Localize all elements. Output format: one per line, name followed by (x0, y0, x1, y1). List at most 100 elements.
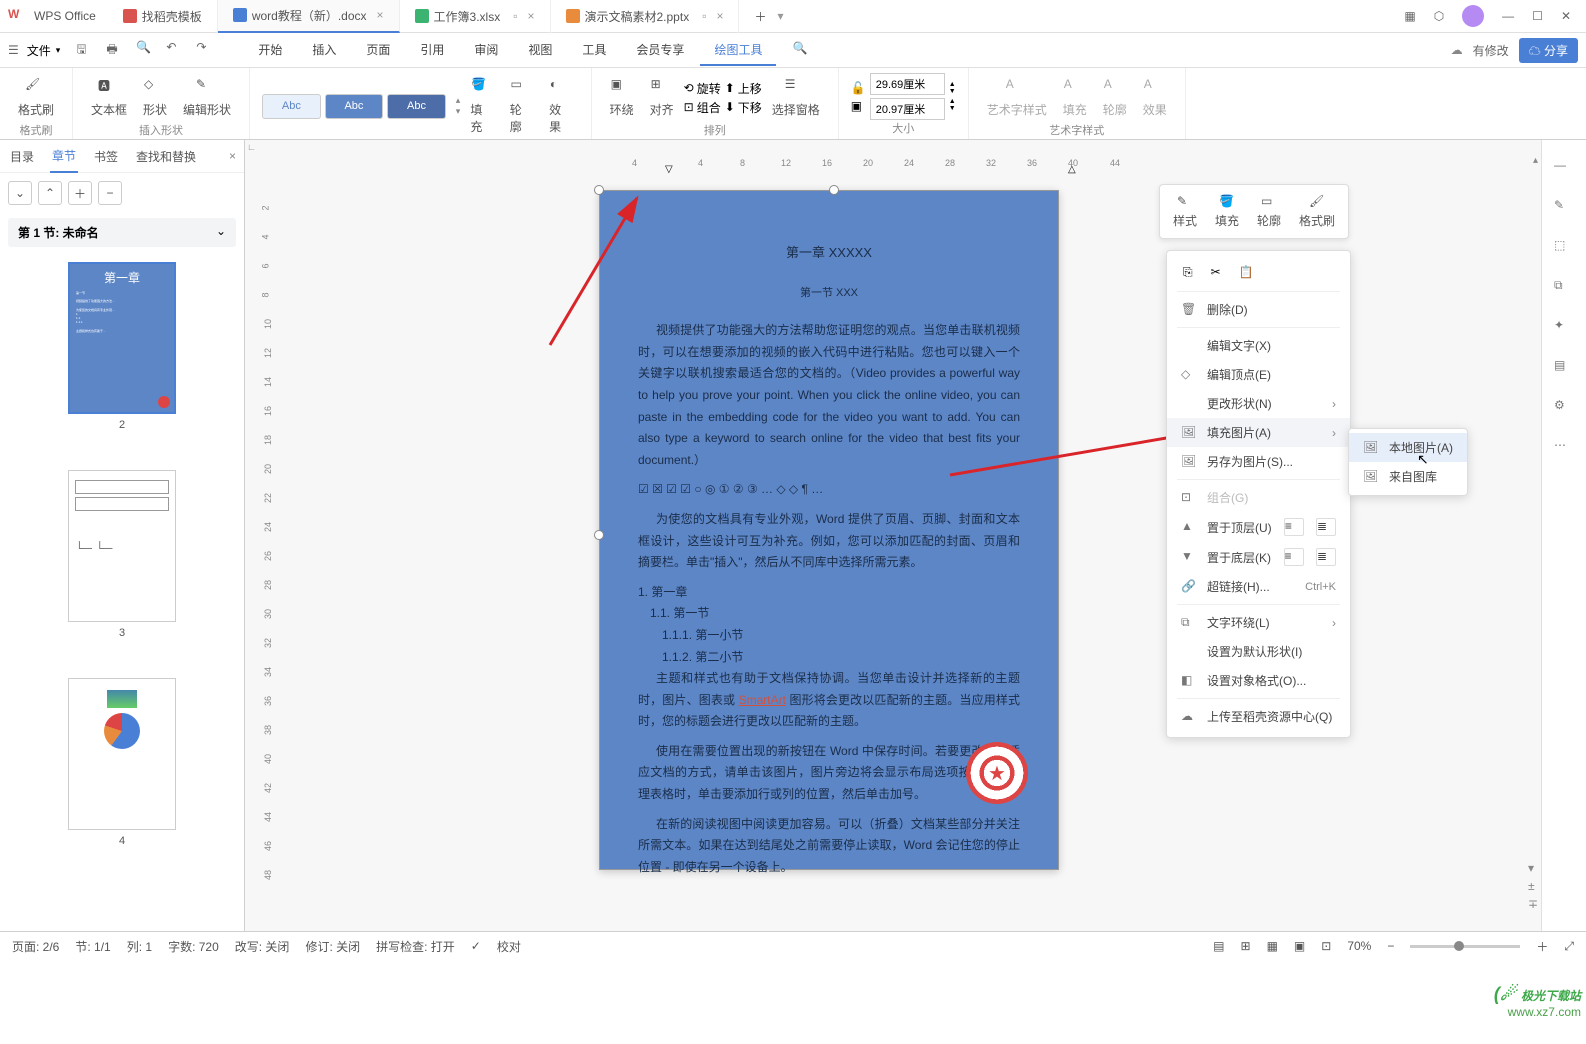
height-input[interactable] (870, 98, 945, 120)
move-down-button[interactable]: ⬇下移 (725, 99, 762, 116)
rotate-button[interactable]: ⟲旋转 (684, 80, 721, 97)
section-dropdown[interactable]: 第 1 节: 未命名 ⌄ (8, 218, 236, 247)
share-button[interactable]: ☁ 分享 (1519, 38, 1578, 63)
nav-add-button[interactable]: ＋ (68, 181, 92, 205)
fill-button[interactable]: 🪣填充 (1215, 194, 1239, 229)
resize-handle[interactable] (594, 530, 604, 540)
spinner-down[interactable]: ▼ (949, 105, 956, 112)
cm-edit-text[interactable]: 编辑文字(X) (1167, 331, 1350, 360)
resize-handle[interactable] (594, 185, 604, 195)
zoom-in-button[interactable]: ＋ (1536, 938, 1548, 955)
outline-button[interactable]: ▭轮廓 (504, 73, 539, 139)
thumb-2[interactable]: 第一章第一节视频提供了功能强大的方法...为使您的文档具有专业外观...1.1.… (40, 262, 205, 462)
dropdown-icon[interactable]: ▾ (778, 9, 784, 23)
spinner-down[interactable]: ▼ (949, 88, 956, 95)
outline-button[interactable]: ▭轮廓 (1257, 194, 1281, 229)
nav-down-button[interactable]: ⌄ (8, 181, 32, 205)
status-words[interactable]: 字数: 720 (168, 938, 219, 955)
art-fill-button[interactable]: A填充 (1057, 73, 1093, 122)
cm-fill-image[interactable]: 🖼填充图片(A)› (1167, 418, 1350, 447)
tab-view[interactable]: 视图 (514, 35, 566, 66)
crop-icon[interactable]: ▣ (851, 99, 866, 113)
art-effect-button[interactable]: A效果 (1137, 73, 1173, 122)
textbox-button[interactable]: 🅰文本框 (85, 73, 133, 122)
cm-delete[interactable]: 🗑删除(D) (1167, 295, 1350, 324)
tab-start[interactable]: 开始 (244, 35, 296, 66)
menu-icon[interactable]: ☰ (8, 43, 19, 57)
tab-ppt[interactable]: 演示文稿素材2.pptx▫× (551, 0, 740, 33)
indent-marker-icon[interactable]: △ (1068, 164, 1076, 175)
front-alt2-icon[interactable]: ≣ (1316, 518, 1336, 536)
view-read-icon[interactable]: ▣ (1294, 939, 1305, 953)
fit-icon[interactable]: ⤢ (1564, 939, 1574, 954)
status-revision[interactable]: 改写: 关闭 (235, 938, 290, 955)
cm-set-default[interactable]: 设置为默认形状(I) (1167, 637, 1350, 666)
effect-button[interactable]: ◐效果 (543, 73, 578, 139)
save-icon[interactable]: 🖫 (76, 40, 94, 61)
nav-tab-sections[interactable]: 章节 (50, 140, 78, 173)
thumb-3[interactable]: └─ └─ 3 (40, 470, 205, 670)
cut-icon[interactable]: ✂ (1211, 265, 1221, 280)
more-styles-icon[interactable]: ▴ (456, 95, 461, 106)
print-icon[interactable]: 🖶 (106, 40, 124, 61)
select-icon[interactable]: ⬚ (1554, 238, 1574, 258)
tab-docer[interactable]: 找稻壳模板 (108, 0, 218, 33)
file-menu[interactable]: 文件▾ (19, 42, 69, 59)
move-up-button[interactable]: ⬆上移 (725, 80, 762, 97)
resize-handle[interactable] (829, 185, 839, 195)
next-page-icon[interactable]: ∓ (1528, 897, 1538, 911)
undo-icon[interactable]: ↶ (166, 40, 184, 61)
tab-page[interactable]: 页面 (352, 35, 404, 66)
status-track[interactable]: 修订: 关闭 (305, 938, 360, 955)
scroll-up-icon[interactable]: ▴ (1533, 155, 1538, 166)
minimize-button[interactable]: — (1502, 9, 1514, 23)
more-styles-icon[interactable]: ▾ (456, 106, 461, 117)
tools-icon[interactable]: ✦ (1554, 318, 1574, 338)
wordart-button[interactable]: A艺术字样式 (981, 73, 1053, 122)
redo-icon[interactable]: ↷ (196, 40, 214, 61)
dropdown-icon[interactable]: ▫ (513, 9, 517, 23)
search-button[interactable]: 🔍 (778, 35, 821, 66)
submenu-local-image[interactable]: 🖼本地图片(A) (1349, 433, 1467, 462)
maximize-button[interactable]: ☐ (1532, 9, 1543, 23)
nav-tab-bookmarks[interactable]: 书签 (92, 141, 120, 172)
scroll-down-icon[interactable]: ▾ (1528, 861, 1538, 875)
wrap-button[interactable]: ▣环绕 (604, 73, 640, 122)
layers-icon[interactable]: ⧉ (1554, 278, 1574, 298)
view-page-icon[interactable]: ▤ (1213, 939, 1224, 953)
cm-text-wrap[interactable]: ⧉文字环绕(L)› (1167, 608, 1350, 637)
cm-save-as-image[interactable]: 🖼另存为图片(S)... (1167, 447, 1350, 476)
status-proof[interactable]: 校对 (497, 938, 521, 955)
close-icon[interactable]: × (716, 9, 723, 23)
selection-pane-button[interactable]: ☰选择窗格 (766, 73, 826, 122)
close-icon[interactable]: × (527, 9, 534, 23)
zoom-thumb[interactable] (1454, 941, 1464, 951)
tab-sheet[interactable]: 工作簿3.xlsx▫× (400, 0, 551, 33)
shape-style-1[interactable]: Abc (262, 94, 321, 119)
back-alt2-icon[interactable]: ≣ (1316, 548, 1336, 566)
front-alt-icon[interactable]: ≡ (1284, 518, 1304, 536)
style-button[interactable]: ✎样式 (1173, 194, 1197, 229)
spinner-up[interactable]: ▲ (949, 98, 956, 105)
edit-shape-button[interactable]: ✎编辑形状 (177, 73, 237, 122)
dropdown-icon[interactable]: ▫ (702, 9, 706, 23)
status-page[interactable]: 页面: 2/6 (12, 938, 59, 955)
compass-icon[interactable]: ✓ (471, 939, 481, 953)
close-icon[interactable]: × (377, 8, 384, 22)
cm-hyperlink[interactable]: 🔗超链接(H)...Ctrl+K (1167, 572, 1350, 601)
shape-style-2[interactable]: Abc (325, 94, 384, 119)
tab-tools[interactable]: 工具 (568, 35, 620, 66)
shape-style-3[interactable]: Abc (387, 94, 446, 119)
new-tab-button[interactable]: ＋▾ (739, 0, 798, 33)
cm-bring-front[interactable]: ▲置于顶层(U)≡≣ (1167, 512, 1350, 542)
more-icon[interactable]: ⋯ (1554, 438, 1574, 458)
lock-icon[interactable]: 🔓 (851, 81, 866, 95)
tab-reference[interactable]: 引用 (406, 35, 458, 66)
thumb-4[interactable]: 4 (40, 678, 205, 878)
book-icon[interactable]: ▤ (1554, 358, 1574, 378)
group-button[interactable]: ⊡组合 (684, 99, 721, 116)
pen-icon[interactable]: ✎ (1554, 198, 1574, 218)
view-outline-icon[interactable]: ▦ (1267, 939, 1278, 953)
grid-icon[interactable]: ▦ (1404, 9, 1415, 23)
back-alt-icon[interactable]: ≡ (1284, 548, 1304, 566)
